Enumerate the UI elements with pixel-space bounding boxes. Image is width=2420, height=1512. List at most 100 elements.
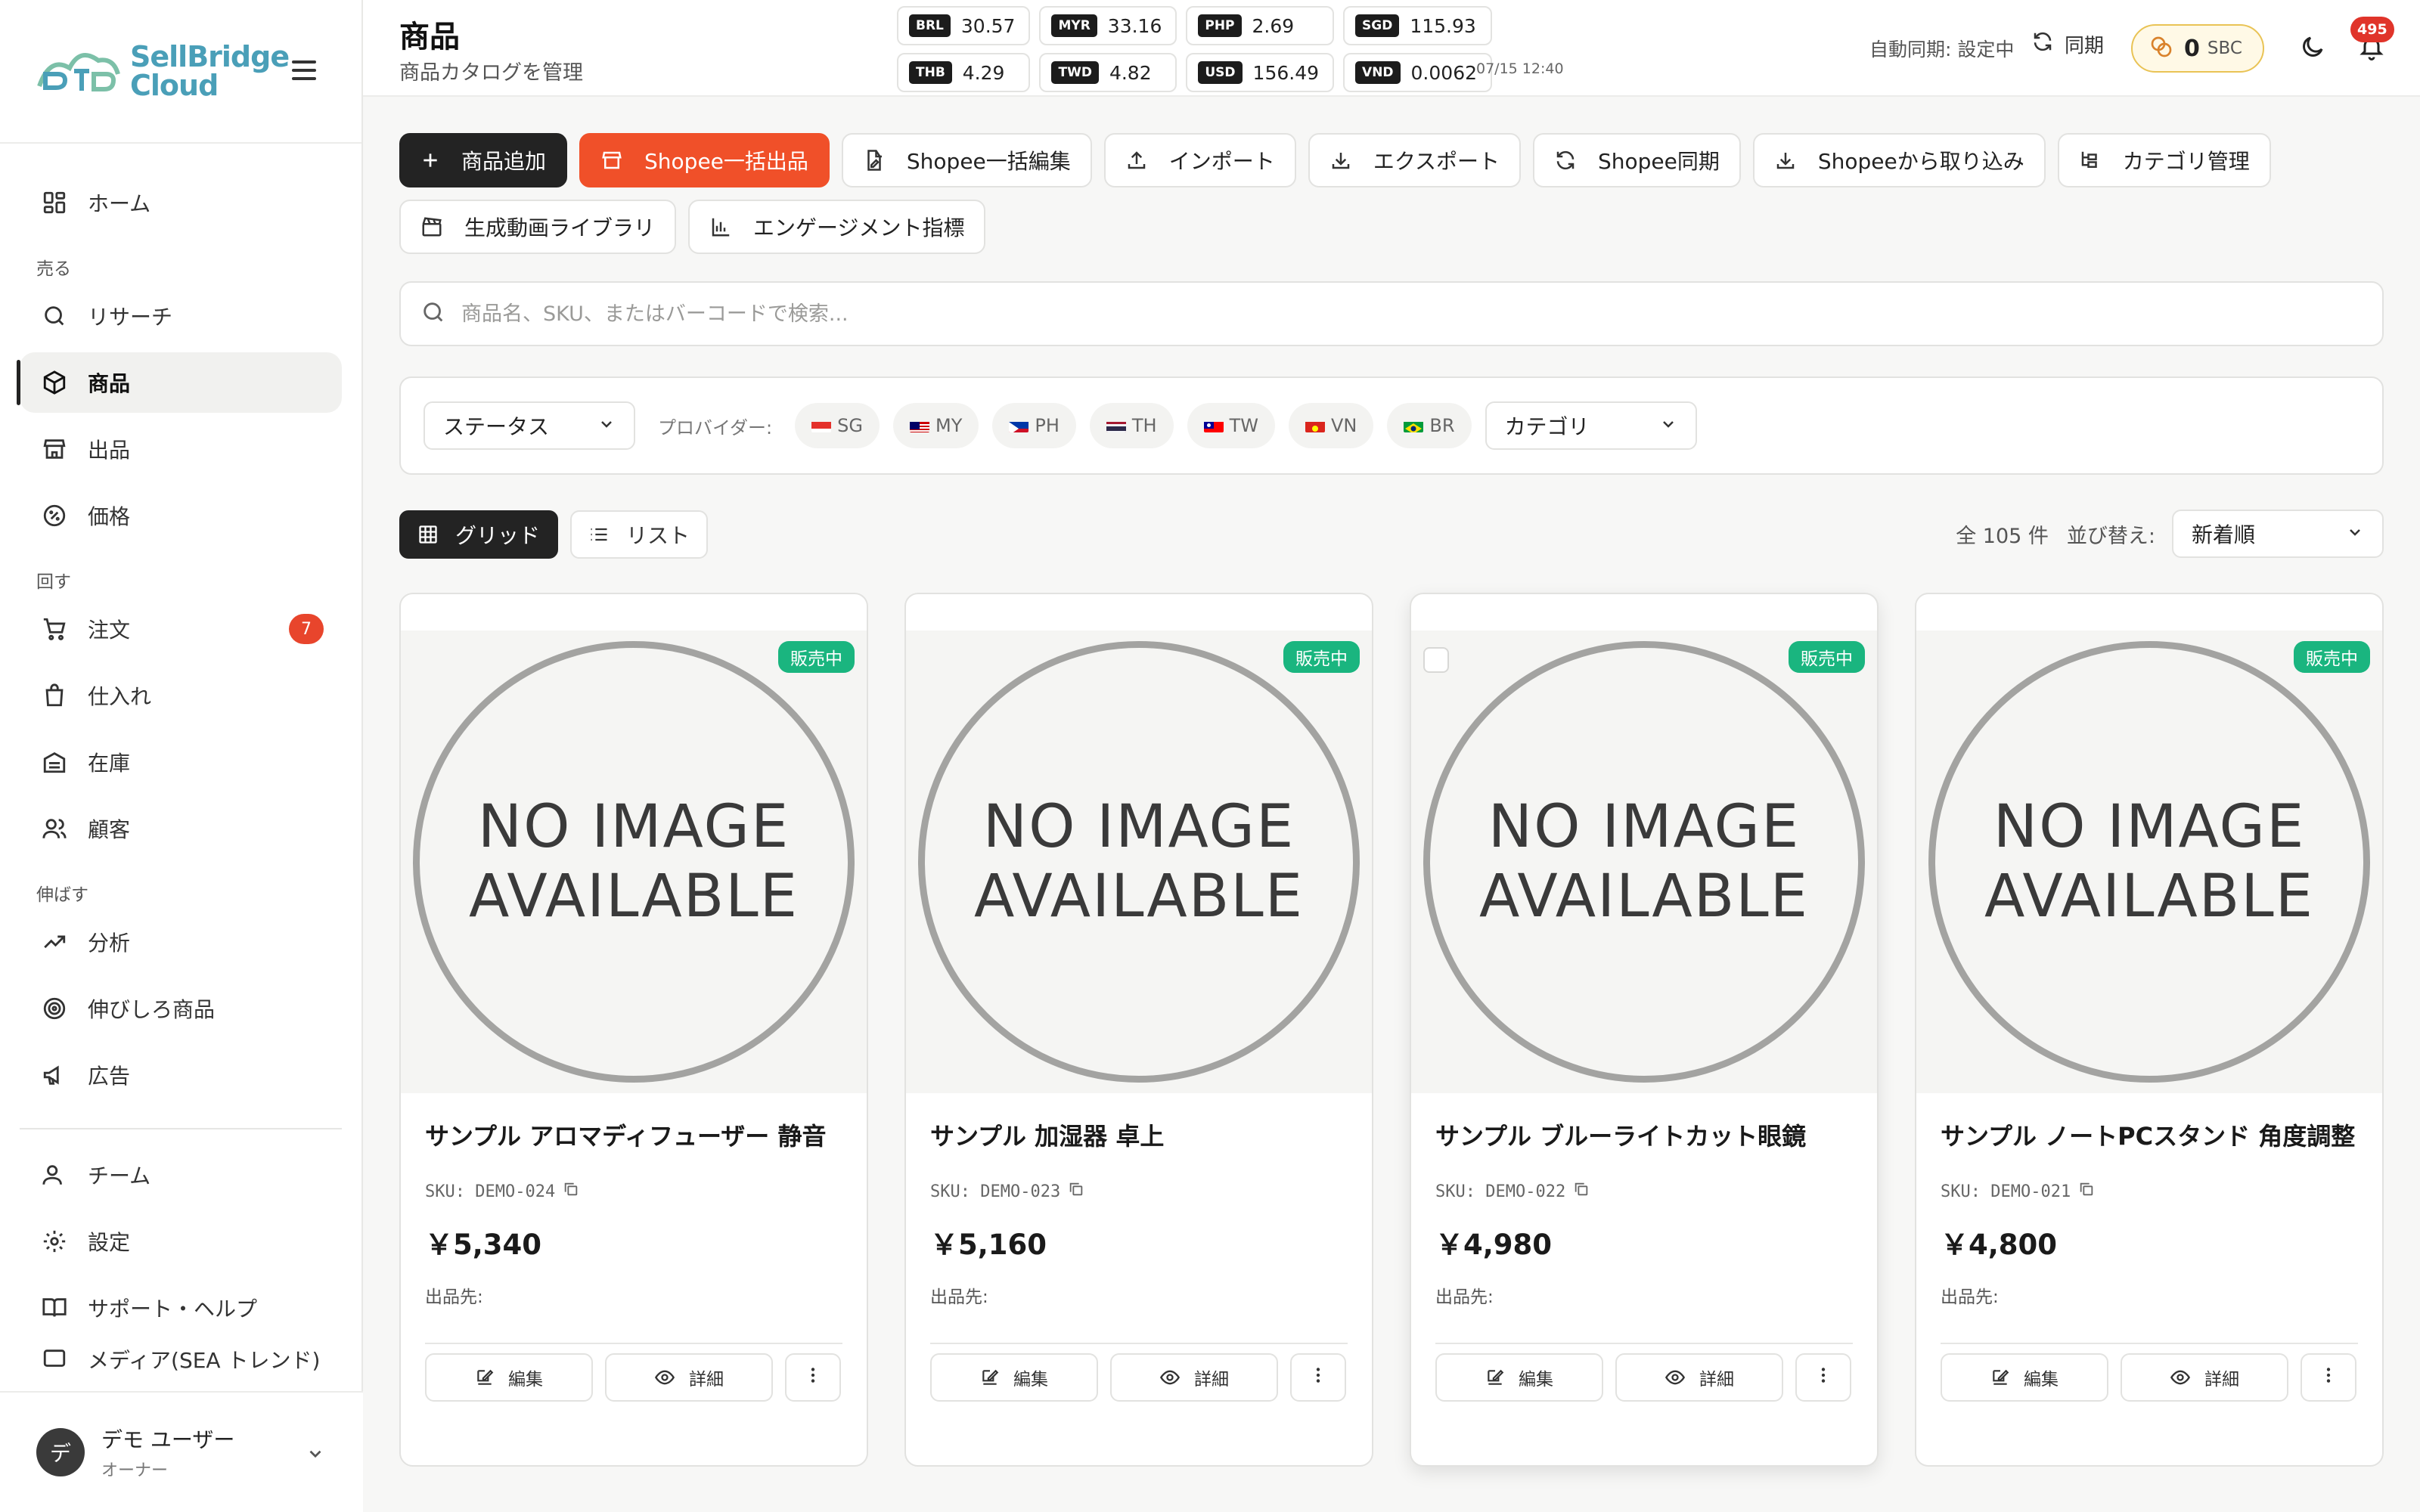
detail-button[interactable]: 詳細	[605, 1353, 773, 1402]
rate-vnd: VND 0.0062	[1343, 53, 1493, 92]
sidebar-item-team[interactable]: チーム	[20, 1145, 342, 1205]
detail-button[interactable]: 詳細	[1615, 1353, 1783, 1402]
select-checkbox[interactable]	[1423, 647, 1449, 673]
product-card[interactable]: 販売中 NO IMAGE AVAILABLE サンプル アロマディフューザー 静音…	[399, 593, 868, 1467]
copy-icon[interactable]	[563, 1181, 579, 1202]
category-management-button[interactable]: カテゴリ管理	[2057, 133, 2271, 187]
sync-button[interactable]: 同期	[2031, 30, 2104, 58]
provider-chip-sg[interactable]: SG	[795, 403, 880, 448]
product-card[interactable]: 販売中 NO IMAGE AVAILABLE サンプル ノートPCスタンド 角度調…	[1915, 593, 2384, 1467]
category-filter-select[interactable]: カテゴリ	[1485, 401, 1697, 450]
action-toolbar: 商品追加 Shopee一括出品 Shopee一括編集 インポート エクスポート …	[399, 133, 2411, 254]
copy-icon[interactable]	[2078, 1181, 2095, 1202]
sidebar-item-ads[interactable]: 広告	[20, 1045, 342, 1105]
provider-chip-my[interactable]: MY	[892, 403, 979, 448]
store-icon	[39, 434, 70, 464]
user-menu[interactable]: デ デモ ユーザー オーナー	[0, 1391, 363, 1512]
card-actions: 編集 詳細	[425, 1353, 842, 1402]
no-image-line1: NO IMAGE	[1993, 793, 2306, 861]
sbc-balance[interactable]: 0 SBC	[2131, 24, 2264, 73]
nav-section-sell: 売る	[36, 259, 71, 279]
no-image-line2: AVAILABLE	[1479, 863, 1809, 931]
main-content: 商品追加 Shopee一括出品 Shopee一括編集 インポート エクスポート …	[363, 97, 2420, 1512]
sidebar-item-orders[interactable]: 注文 7	[20, 599, 342, 659]
button-label: 編集	[508, 1370, 543, 1390]
button-label: エンゲージメント指標	[753, 215, 965, 240]
sidebar-item-support[interactable]: サポート・ヘルプ	[20, 1278, 342, 1338]
copy-icon[interactable]	[1573, 1181, 1590, 1202]
rate-sgd: SGD 115.93	[1343, 6, 1493, 45]
more-options-button[interactable]	[1290, 1353, 1346, 1402]
import-button[interactable]: インポート	[1103, 133, 1296, 187]
video-library-button[interactable]: 生成動画ライブラリ	[399, 200, 677, 254]
product-image-placeholder: NO IMAGE AVAILABLE	[1411, 631, 1877, 1093]
engagement-metrics-button[interactable]: エンゲージメント指標	[688, 200, 986, 254]
sidebar: SellBridge Cloud ホーム 売る リサーチ 商品 出品 価格 回す…	[0, 0, 363, 1512]
sidebar-item-products[interactable]: 商品	[17, 352, 342, 413]
menu-icon[interactable]	[292, 60, 316, 80]
product-card[interactable]: 販売中 NO IMAGE AVAILABLE サンプル 加湿器 卓上 SKU: D…	[904, 593, 1373, 1467]
product-card[interactable]: 販売中 NO IMAGE AVAILABLE サンプル ブルーライトカット眼鏡 S…	[1410, 593, 1879, 1467]
count-and-sort: 全 105 件 並び替え: 新着順	[1956, 510, 2384, 558]
edit-button[interactable]: 編集	[930, 1353, 1098, 1402]
provider-chip-tw[interactable]: TW	[1187, 403, 1275, 448]
eye-icon	[1159, 1367, 1181, 1388]
list-view-toggle[interactable]: リスト	[570, 510, 709, 559]
detail-button[interactable]: 詳細	[1110, 1353, 1278, 1402]
shopee-bulk-edit-button[interactable]: Shopee一括編集	[841, 133, 1092, 187]
sort-select[interactable]: 新着順	[2172, 510, 2384, 558]
rate-value: 156.49	[1252, 61, 1320, 84]
grid-view-toggle[interactable]: グリッド	[399, 510, 559, 559]
more-options-button[interactable]	[2301, 1353, 2356, 1402]
flag-tw-icon	[1203, 419, 1224, 432]
button-label: 編集	[2024, 1370, 2059, 1390]
percent-badge-icon	[39, 500, 70, 531]
product-name: サンプル ノートPCスタンド 角度調整	[1941, 1122, 2356, 1151]
shopping-bag-icon	[39, 680, 70, 711]
sidebar-item-settings[interactable]: 設定	[20, 1211, 342, 1272]
sidebar-item-purchasing[interactable]: 仕入れ	[20, 665, 342, 726]
refresh-icon	[1554, 149, 1577, 172]
sidebar-item-pricing[interactable]: 価格	[20, 485, 342, 546]
detail-button[interactable]: 詳細	[2121, 1353, 2288, 1402]
auto-sync-status[interactable]: 自動同期: 設定中	[1869, 35, 2014, 62]
provider-chip-br[interactable]: BR	[1387, 403, 1472, 448]
sidebar-item-research[interactable]: リサーチ	[20, 286, 342, 346]
more-options-button[interactable]	[1795, 1353, 1851, 1402]
no-image-line2: AVAILABLE	[974, 863, 1304, 931]
sidebar-item-home[interactable]: ホーム	[20, 172, 342, 233]
sidebar-item-media[interactable]: メディア(SEA トレンド)	[20, 1344, 342, 1374]
rate-brl: BRL 30.57	[897, 6, 1031, 45]
sidebar-item-customers[interactable]: 顧客	[20, 798, 342, 859]
export-button[interactable]: エクスポート	[1308, 133, 1521, 187]
card-body: サンプル ノートPCスタンド 角度調整 SKU: DEMO-021 ￥4,800…	[1941, 1117, 2358, 1344]
more-options-button[interactable]	[785, 1353, 841, 1402]
shopee-bulk-list-button[interactable]: Shopee一括出品	[579, 133, 830, 187]
sidebar-item-inventory[interactable]: 在庫	[20, 732, 342, 792]
product-image-placeholder: NO IMAGE AVAILABLE	[1916, 631, 2382, 1093]
button-label: Shopee一括編集	[906, 149, 1071, 174]
provider-chip-vn[interactable]: VN	[1289, 403, 1374, 448]
status-filter-select[interactable]: ステータス	[424, 401, 635, 450]
shopee-import-button[interactable]: Shopeeから取り込み	[1752, 133, 2046, 187]
moon-icon[interactable]	[2299, 33, 2326, 64]
sidebar-item-listings[interactable]: 出品	[20, 419, 342, 479]
provider-chip-th[interactable]: TH	[1089, 403, 1174, 448]
select-value: 新着順	[2192, 522, 2256, 547]
sidebar-item-analytics[interactable]: 分析	[20, 912, 342, 972]
provider-chip-ph[interactable]: PH	[992, 403, 1076, 448]
sidebar-item-growth-products[interactable]: 伸びしろ商品	[20, 978, 342, 1039]
chip-label: VN	[1331, 415, 1357, 436]
shopee-sync-button[interactable]: Shopee同期	[1532, 133, 1741, 187]
edit-button[interactable]: 編集	[425, 1353, 593, 1402]
copy-icon[interactable]	[1068, 1181, 1084, 1202]
chevron-down-icon	[597, 414, 616, 438]
button-label: 詳細	[689, 1370, 724, 1390]
nav-section-grow: 伸ばす	[36, 885, 88, 905]
edit-button[interactable]: 編集	[1435, 1353, 1603, 1402]
add-product-button[interactable]: 商品追加	[399, 133, 568, 187]
plus-icon	[420, 150, 440, 170]
sku-text: SKU: DEMO-022	[1435, 1182, 1566, 1201]
search-input[interactable]	[461, 302, 2276, 326]
edit-button[interactable]: 編集	[1941, 1353, 2108, 1402]
